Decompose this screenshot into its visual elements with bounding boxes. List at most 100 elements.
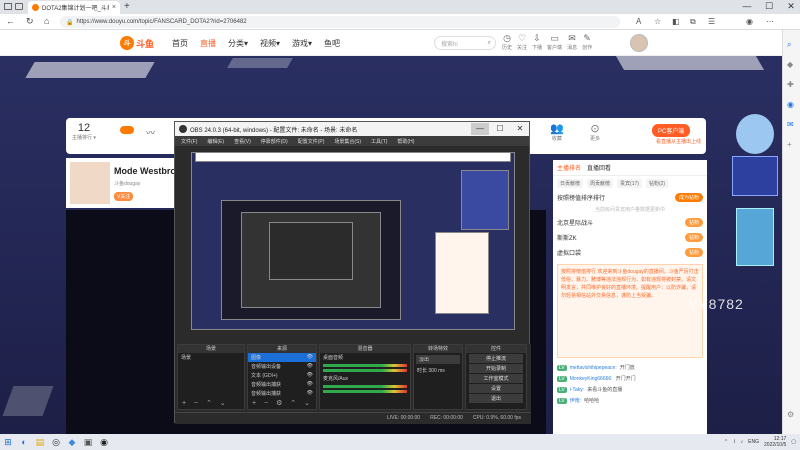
- windows-start-icon[interactable]: ⊞: [0, 434, 16, 450]
- refresh-icon[interactable]: ↻: [26, 16, 34, 27]
- eye-icon[interactable]: 👁: [307, 363, 313, 370]
- source-item[interactable]: 图像 👁: [248, 353, 316, 362]
- outlook-icon[interactable]: ✉: [787, 120, 794, 129]
- obs-maximize-button[interactable]: ☐: [491, 123, 509, 135]
- more-stat[interactable]: ⊙ 更多: [590, 122, 600, 142]
- app-icon[interactable]: ◆: [64, 434, 80, 450]
- search-icon[interactable]: ⌕: [787, 40, 791, 50]
- pc-client-button[interactable]: PC客户端: [652, 124, 691, 137]
- chat-username[interactable]: i-Taky:: [570, 387, 584, 393]
- edge-browser-icon[interactable]: ◐: [16, 434, 32, 450]
- add-icon[interactable]: +: [787, 140, 792, 149]
- rank-stat[interactable]: 12 主播排行 ▾: [72, 122, 96, 141]
- exit-button[interactable]: 退出: [469, 394, 523, 403]
- client-button[interactable]: ▭ 客户端: [547, 33, 562, 51]
- side-banner[interactable]: [732, 114, 778, 274]
- scene-controls[interactable]: + − ⌃ ⌄: [182, 399, 229, 407]
- office-icon[interactable]: ◉: [787, 100, 794, 109]
- obs-menu-profile[interactable]: 配置文件(P): [298, 138, 325, 145]
- follow-button[interactable]: ♡ 关注: [517, 33, 527, 51]
- source-controls[interactable]: + − ⚙ ⌃ ⌄: [252, 399, 313, 407]
- steam-icon[interactable]: ◎: [48, 434, 64, 450]
- network-icon[interactable]: ⌇: [733, 439, 735, 445]
- search-icon[interactable]: ⌕: [488, 40, 491, 47]
- obs-preview[interactable]: [191, 152, 515, 330]
- obs-menu-tools[interactable]: 工具(T): [371, 138, 387, 145]
- stop-streaming-button[interactable]: 停止推流: [469, 354, 523, 363]
- read-aloud-icon[interactable]: A: [636, 17, 641, 26]
- source-item[interactable]: 音频输出设备 👁: [248, 362, 316, 371]
- favorites-star-icon[interactable]: ☆: [654, 17, 661, 26]
- eye-icon[interactable]: 👁: [307, 372, 313, 379]
- streamer-avatar[interactable]: [70, 162, 110, 204]
- become-diamond-button[interactable]: 成为钻粉: [674, 193, 703, 202]
- obs-menu-file[interactable]: 文件(F): [181, 138, 197, 145]
- favorite-stat[interactable]: 👥 收藏: [550, 122, 564, 142]
- tab-workspace-icon[interactable]: [15, 3, 23, 10]
- obs-close-button[interactable]: ✕: [511, 123, 529, 135]
- rank-row[interactable]: 北京星际战斗 钻粉: [553, 215, 707, 230]
- subtab-vip[interactable]: 贵宾(17): [617, 179, 642, 188]
- nav-category[interactable]: 分类▾: [228, 38, 248, 49]
- back-icon[interactable]: ←: [6, 16, 15, 26]
- source-item[interactable]: 文本 (GDI+) 👁: [248, 371, 316, 380]
- tab-close-icon[interactable]: ×: [112, 4, 116, 11]
- extensions-icon[interactable]: ◧: [672, 17, 680, 26]
- file-explorer-icon[interactable]: ▤: [32, 434, 48, 450]
- settings-icon[interactable]: ⚙: [787, 410, 794, 419]
- obs-menu-edit[interactable]: 编辑(E): [207, 138, 224, 145]
- settings-button[interactable]: 设置: [469, 384, 523, 393]
- profile-icon[interactable]: ◉: [746, 17, 753, 26]
- tab-actions-icon[interactable]: [4, 3, 12, 10]
- subtab-diamond[interactable]: 钻粉(2): [645, 179, 669, 188]
- obs-window[interactable]: OBS 24.0.3 (64-bit, windows) - 配置文件: 未命名…: [174, 121, 531, 424]
- rank-row[interactable]: 虚拟口袋 钻粉: [553, 245, 707, 260]
- history-button[interactable]: ◷ 历史: [502, 33, 512, 51]
- eye-icon[interactable]: 👁: [307, 354, 313, 361]
- collections-icon[interactable]: ⧉: [690, 17, 696, 27]
- home-icon[interactable]: ⌂: [44, 16, 49, 26]
- chat-username[interactable]: mettavishihipepeace:: [570, 365, 617, 371]
- eye-icon[interactable]: 👁: [307, 390, 313, 397]
- transition-duration[interactable]: 时长 300 ms: [414, 366, 462, 375]
- message-button[interactable]: ✉ 消息: [567, 33, 577, 51]
- obs-menu-docks[interactable]: 停靠部件(D): [261, 138, 288, 145]
- browser-tab[interactable]: DOTA2集锦计划一吧_斗鱼直播 ×: [28, 1, 120, 14]
- streamer-follow-button[interactable]: V关注: [114, 192, 134, 201]
- obs-taskbar-icon[interactable]: ◉: [96, 434, 112, 450]
- chat-username[interactable]: 伊南:: [570, 397, 581, 404]
- more-menu-icon[interactable]: ⋯: [766, 17, 774, 26]
- transition-select[interactable]: 淡出: [416, 355, 460, 364]
- nav-home[interactable]: 首页: [172, 38, 188, 49]
- studio-mode-button[interactable]: 工作室模式: [469, 374, 523, 383]
- nav-live[interactable]: 直播: [200, 38, 216, 49]
- nav-game[interactable]: 游戏▾: [292, 38, 312, 49]
- volume-icon[interactable]: ♪: [741, 439, 744, 445]
- tab-rank[interactable]: 主播排名: [557, 163, 581, 172]
- eye-icon[interactable]: 👁: [307, 381, 313, 388]
- subtab-weekly[interactable]: 周贡献榜: [587, 179, 614, 188]
- scene-item[interactable]: 场景: [178, 353, 244, 362]
- subtab-daily[interactable]: 日贡献榜: [557, 179, 584, 188]
- language-indicator[interactable]: ENG: [748, 439, 759, 445]
- search-input[interactable]: 搜索hi ⌕: [434, 36, 496, 50]
- wave-stat[interactable]: 〰: [146, 126, 155, 139]
- tab-replay[interactable]: 直播回看: [587, 163, 611, 172]
- clock[interactable]: 12:17 2022/10/5: [764, 436, 786, 448]
- create-button[interactable]: ✎ 创作: [582, 33, 592, 51]
- app-icon[interactable]: ▣: [80, 434, 96, 450]
- download-button[interactable]: ⇩ 下播: [532, 33, 542, 51]
- obs-menu-scene-collection[interactable]: 场景集合(S): [334, 138, 361, 145]
- source-item[interactable]: 音频输出捕获 👁: [248, 380, 316, 389]
- douyu-logo[interactable]: 斗 斗鱼: [120, 36, 154, 50]
- minimize-button[interactable]: —: [740, 1, 754, 11]
- obs-menu-view[interactable]: 查看(V): [234, 138, 251, 145]
- chat-username[interactable]: MonkeyKing66666:: [570, 376, 613, 382]
- nav-yuba[interactable]: 鱼吧: [324, 38, 340, 49]
- start-recording-button[interactable]: 开始录制: [469, 364, 523, 373]
- notification-icon[interactable]: ▢: [791, 439, 796, 445]
- address-bar[interactable]: 🔒 https://www.douyu.com/topic/FANSCARD_D…: [60, 16, 620, 28]
- toggle-stat[interactable]: [120, 126, 134, 134]
- shopping-icon[interactable]: ◆: [787, 60, 793, 69]
- obs-minimize-button[interactable]: —: [471, 123, 489, 135]
